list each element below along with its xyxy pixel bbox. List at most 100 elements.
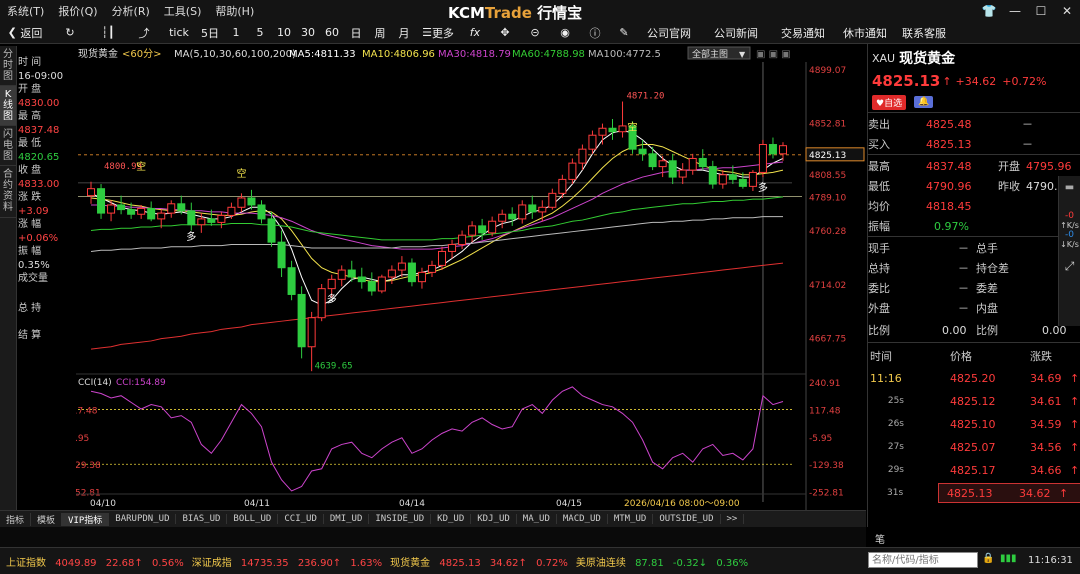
candle[interactable] <box>317 283 326 322</box>
candle[interactable] <box>468 221 477 243</box>
menu-system[interactable]: 系统(T) <box>0 3 51 19</box>
candle[interactable] <box>357 267 366 289</box>
candle[interactable] <box>768 137 777 159</box>
nav-timeshare[interactable]: 分时图 <box>0 46 16 86</box>
candle[interactable] <box>227 202 236 219</box>
index-ticker[interactable]: 深证成指 14735.35 236.90↑ 1.63% <box>192 554 382 569</box>
add-favorite-button[interactable]: ♥自选 <box>872 94 907 110</box>
minus-circle-icon[interactable]: ⊝ <box>520 22 550 44</box>
candle[interactable] <box>658 156 667 178</box>
indicator-tab[interactable]: 指标 <box>0 512 32 526</box>
indicator-tab[interactable]: INSIDE_UD <box>369 514 432 524</box>
candle[interactable] <box>417 267 426 289</box>
draw-icon[interactable]: ⤴ <box>126 22 162 44</box>
candle[interactable] <box>297 286 306 359</box>
candle[interactable] <box>237 193 246 212</box>
candle[interactable] <box>528 195 537 219</box>
indicator-tab[interactable]: MTM_UD <box>608 514 654 524</box>
link-trade-notice[interactable]: 交易通知 <box>772 22 834 44</box>
menu-analysis[interactable]: 分析(R) <box>105 3 157 19</box>
back-button[interactable]: ❮ 返回 <box>0 22 50 44</box>
period-month[interactable]: 月 <box>392 22 416 44</box>
indicator-tab[interactable]: >> <box>721 514 745 524</box>
period-day[interactable]: 日 <box>344 22 368 44</box>
candle[interactable] <box>147 201 156 222</box>
candle[interactable] <box>748 170 757 192</box>
candle[interactable] <box>187 202 196 231</box>
maximize-icon[interactable]: ☐ <box>1028 4 1054 18</box>
candle-icon[interactable]: ┆┃ <box>90 22 126 44</box>
candle[interactable] <box>97 184 106 219</box>
indicator-tab[interactable]: 模板 <box>31 512 63 526</box>
candle[interactable] <box>87 181 96 204</box>
candle[interactable] <box>758 139 767 178</box>
candle[interactable] <box>648 146 657 171</box>
candle[interactable] <box>277 230 286 278</box>
menu-help[interactable]: 帮助(H) <box>208 3 261 19</box>
pen-icon[interactable]: ✎ <box>610 22 638 44</box>
candle[interactable] <box>548 188 557 210</box>
candle[interactable] <box>508 207 517 226</box>
index-ticker[interactable]: 美原油连续 87.81 -0.32↓ 0.36% <box>576 554 748 569</box>
candle[interactable] <box>217 211 226 229</box>
info-icon[interactable]: ⓘ <box>580 22 610 44</box>
indicator-tab[interactable]: MA_UD <box>517 514 557 524</box>
indicator-tab[interactable]: CCI_UD <box>278 514 324 524</box>
candle[interactable] <box>598 123 607 145</box>
period-60[interactable]: 60 <box>320 22 344 44</box>
nav-kline[interactable]: K线图 <box>0 86 16 126</box>
index-ticker[interactable]: 现货黄金 4825.13 34.62↑ 0.72% <box>390 554 568 569</box>
candle[interactable] <box>638 139 647 161</box>
close-icon[interactable]: ✕ <box>1054 4 1080 18</box>
candle[interactable] <box>397 256 406 278</box>
candle[interactable] <box>287 260 296 301</box>
indicator-tab[interactable]: KDJ_UD <box>471 514 517 524</box>
candle[interactable] <box>367 272 376 296</box>
candle[interactable] <box>558 174 567 198</box>
link-support[interactable]: 联系客服 <box>896 22 952 44</box>
minimize-icon[interactable]: — <box>1002 4 1028 18</box>
period-30[interactable]: 30 <box>296 22 320 44</box>
candle[interactable] <box>698 149 707 171</box>
candle[interactable] <box>377 274 386 294</box>
zoom-icons[interactable]: ▣ ▣ ▣ <box>756 49 791 60</box>
indicator-tab[interactable]: BIAS_UD <box>176 514 228 524</box>
candle[interactable] <box>538 200 547 222</box>
pan-icon[interactable]: ✥ <box>490 22 520 44</box>
candle[interactable] <box>337 265 346 287</box>
search-input[interactable] <box>868 552 978 568</box>
nav-flash[interactable]: 闪电图 <box>0 126 16 166</box>
indicator-tab[interactable]: VIP指标 <box>62 512 110 526</box>
candle[interactable] <box>668 153 677 185</box>
menu-tools[interactable]: 工具(S) <box>157 3 209 19</box>
candle[interactable] <box>678 163 687 185</box>
candle[interactable] <box>778 142 787 161</box>
candle[interactable] <box>708 160 717 189</box>
period-5[interactable]: 5 <box>248 22 272 44</box>
indicator-tab[interactable]: DMI_UD <box>324 514 370 524</box>
kline-chart[interactable]: 现货黄金 <60分> MA(5,10,30,60,100,200) MA5:48… <box>76 44 866 510</box>
function-icon[interactable]: fx <box>460 22 490 44</box>
candle[interactable] <box>448 239 457 259</box>
index-ticker[interactable]: 上证指数 4049.89 22.68↑ 0.56% <box>6 554 184 569</box>
link-company-site[interactable]: 公司官网 <box>638 22 700 44</box>
expand-icon[interactable]: ⤢ <box>1059 259 1080 274</box>
chart-area[interactable]: 现货黄金 <60分> MA(5,10,30,60,100,200) MA5:48… <box>76 44 866 510</box>
candle[interactable] <box>718 170 727 189</box>
candle[interactable] <box>688 153 697 175</box>
link-closure-notice[interactable]: 休市通知 <box>834 22 896 44</box>
period-5day[interactable]: 5日 <box>196 22 224 44</box>
period-1[interactable]: 1 <box>224 22 248 44</box>
period-week[interactable]: 周 <box>368 22 392 44</box>
alert-bell-icon[interactable]: 🔔 <box>914 96 934 108</box>
indicator-tab[interactable]: BOLL_UD <box>227 514 279 524</box>
candle[interactable] <box>407 258 416 287</box>
indicator-tab[interactable]: BARUPDN_UD <box>109 514 177 524</box>
indicator-tab[interactable]: OUTSIDE_UD <box>653 514 721 524</box>
settings-icon[interactable]: ◉ <box>550 22 580 44</box>
lock-icon[interactable]: 🔒 <box>982 553 994 564</box>
shirt-icon[interactable]: 👕 <box>976 4 1002 18</box>
candle[interactable] <box>117 195 126 215</box>
candle[interactable] <box>498 209 507 229</box>
more-button[interactable]: ☰ 更多 <box>416 22 460 44</box>
